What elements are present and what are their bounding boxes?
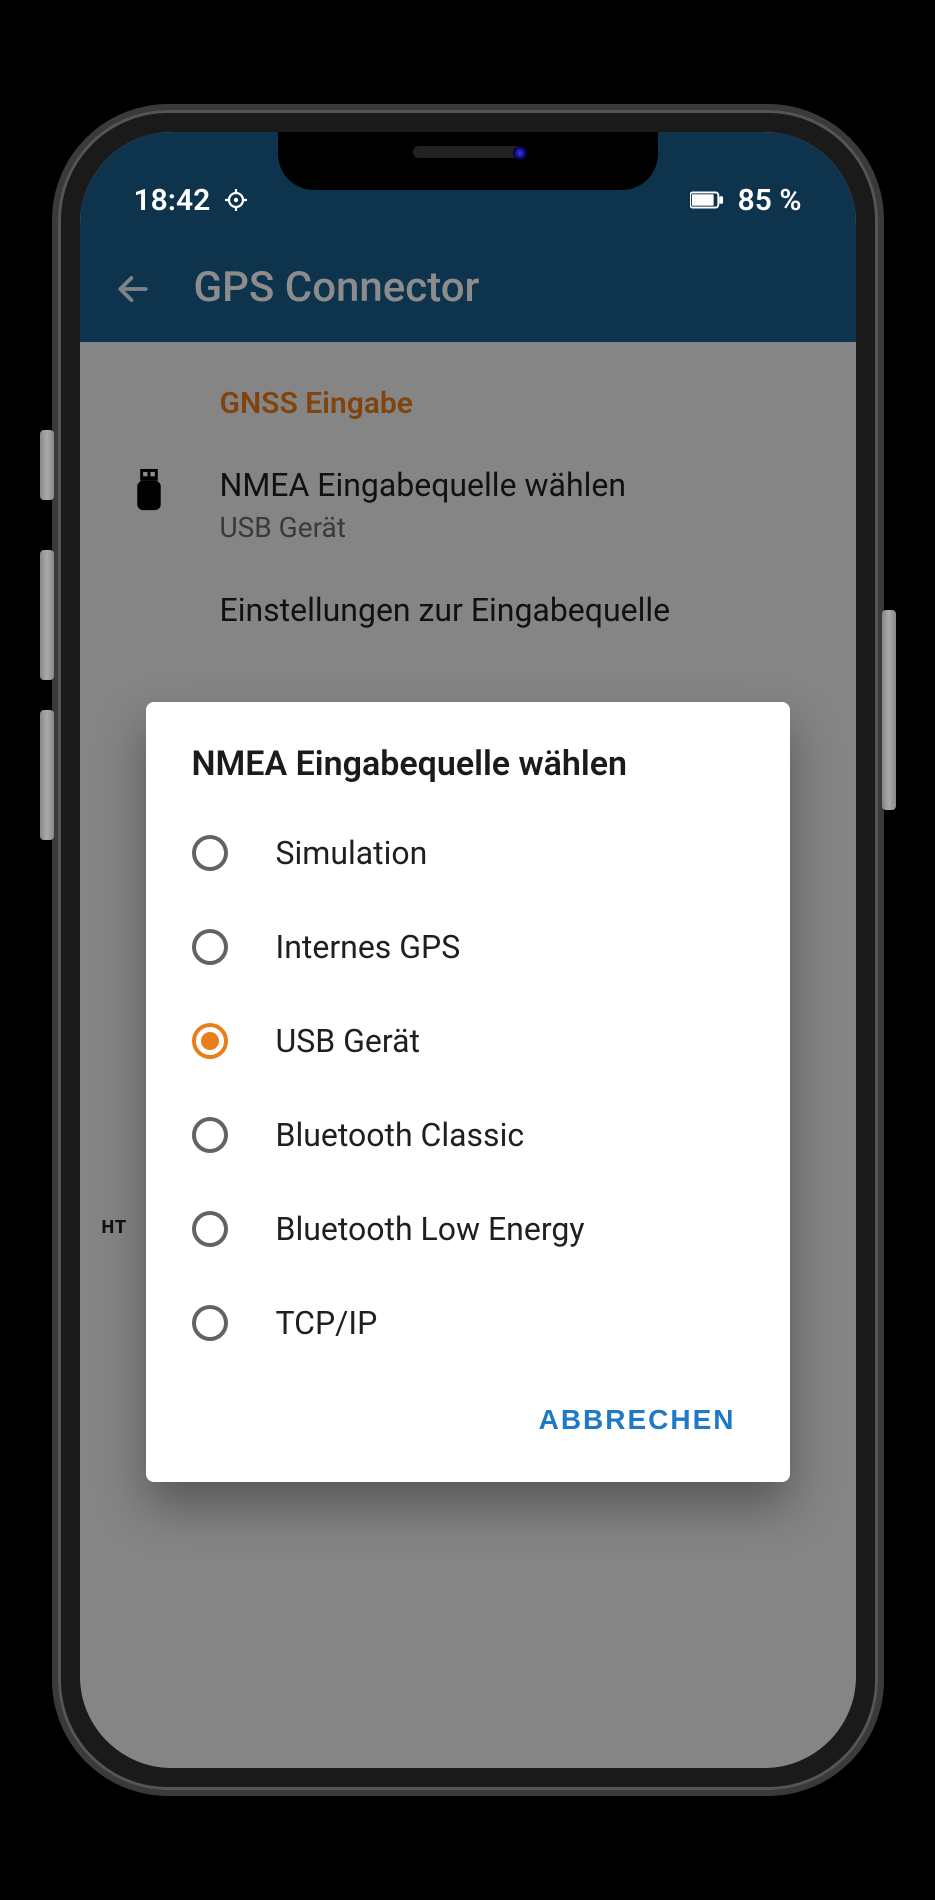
radio-option-0[interactable]: Simulation (146, 806, 790, 900)
radio-label: USB Gerät (276, 1022, 420, 1060)
phone-frame: GPS Connector GNSS Eingabe NMEA Eingabeq… (58, 110, 878, 1790)
radio-option-1[interactable]: Internes GPS (146, 900, 790, 994)
status-battery: 85 % (738, 183, 802, 218)
side-button-vol-up (40, 550, 54, 680)
radio-label: Bluetooth Low Energy (276, 1210, 585, 1248)
side-button-vol-down (40, 710, 54, 840)
status-time: 18:42 (134, 183, 211, 218)
radio-indicator (192, 929, 228, 965)
radio-label: Internes GPS (276, 928, 461, 966)
location-icon (224, 188, 248, 212)
cancel-button[interactable]: ABBRECHEN (521, 1390, 754, 1450)
radio-option-4[interactable]: Bluetooth Low Energy (146, 1182, 790, 1276)
radio-option-2[interactable]: USB Gerät (146, 994, 790, 1088)
radio-list: Simulation Internes GPS USB Gerät Bluetooth… (146, 806, 790, 1370)
front-camera (513, 146, 527, 160)
notch (278, 132, 658, 190)
radio-indicator (192, 1117, 228, 1153)
side-button-power (882, 610, 896, 810)
radio-indicator (192, 835, 228, 871)
radio-label: Bluetooth Classic (276, 1116, 525, 1154)
radio-label: TCP/IP (276, 1304, 378, 1342)
radio-indicator (192, 1305, 228, 1341)
radio-option-5[interactable]: TCP/IP (146, 1276, 790, 1370)
radio-indicator (192, 1023, 228, 1059)
dialog-title: NMEA Eingabequelle wählen (146, 744, 790, 806)
battery-icon (690, 190, 724, 210)
nmea-source-dialog: NMEA Eingabequelle wählen Simulation Inte… (146, 702, 790, 1482)
radio-option-3[interactable]: Bluetooth Classic (146, 1088, 790, 1182)
side-button-mute (40, 430, 54, 500)
screen: GPS Connector GNSS Eingabe NMEA Eingabeq… (80, 132, 856, 1768)
radio-label: Simulation (276, 834, 428, 872)
radio-indicator (192, 1211, 228, 1247)
speaker-grille (413, 146, 523, 158)
